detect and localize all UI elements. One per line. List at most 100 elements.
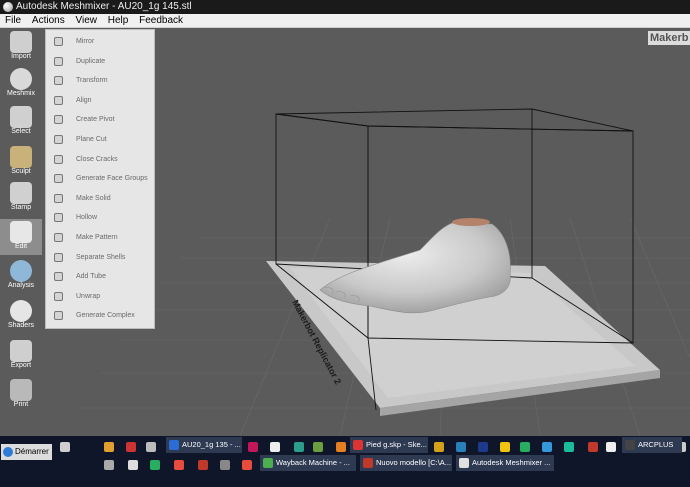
align-icon (54, 95, 63, 105)
menu-actions[interactable]: Actions (32, 14, 65, 27)
tool-label: Stamp (10, 204, 32, 211)
edit-item-label: Transform (76, 77, 108, 85)
tool-meshmix[interactable]: Meshmix (0, 66, 42, 102)
taskbar-window-wayback[interactable]: Wayback Machine - ... (260, 455, 356, 471)
edit-item-mirror[interactable]: Mirror (46, 32, 154, 51)
app-icon[interactable] (588, 442, 598, 452)
window-app-icon (625, 440, 635, 450)
youtube-icon[interactable] (174, 460, 184, 470)
mirror-icon (54, 37, 63, 46)
separate-shells-icon (54, 252, 63, 262)
vlc-icon[interactable] (336, 442, 346, 452)
calculator-icon[interactable] (542, 442, 552, 452)
edit-item-make-solid[interactable]: Make Solid (46, 189, 154, 208)
app-icon[interactable] (456, 442, 466, 452)
start-label: Démarrer (15, 447, 49, 456)
select-arrow-icon (10, 106, 32, 128)
menu-view[interactable]: View (75, 14, 97, 27)
app-icon[interactable] (500, 442, 510, 452)
window-titlebar: Autodesk Meshmixer - AU20_1g 145.stl (0, 0, 690, 14)
edit-item-hollow[interactable]: Hollow (46, 208, 154, 227)
window-app-icon (459, 458, 469, 468)
plus-icon (10, 31, 32, 53)
taskbar-button-label: ARCPLUS (638, 440, 674, 449)
tool-export[interactable]: Export (0, 338, 42, 374)
app-icon[interactable] (313, 442, 323, 452)
edit-item-generate-complex[interactable]: Generate Complex (46, 306, 154, 325)
edit-item-create-pivot[interactable]: Create Pivot (46, 110, 154, 129)
tool-import[interactable]: Import (0, 29, 42, 65)
taskbar-button-label: Autodesk Meshmixer ... (472, 458, 551, 467)
app-icon[interactable] (248, 442, 258, 452)
make-solid-icon (54, 193, 63, 203)
edit-item-label: Make Pattern (76, 234, 118, 241)
edit-item-separate-shells[interactable]: Separate Shells (46, 248, 154, 267)
edit-item-label: Make Solid (76, 194, 111, 202)
edit-item-label: Close Cracks (76, 155, 118, 163)
app-icon[interactable] (564, 442, 574, 452)
edit-item-unwrap[interactable]: Unwrap (46, 287, 154, 306)
app-icon[interactable] (434, 442, 444, 452)
generate-face-groups-icon (54, 174, 63, 184)
menu-feedback[interactable]: Feedback (139, 14, 183, 27)
taskbar-button-label: Wayback Machine - ... (276, 458, 350, 467)
export-icon (10, 340, 32, 362)
tool-label: Export (10, 362, 32, 369)
edit-icon (10, 221, 32, 243)
edit-item-duplicate[interactable]: Duplicate (46, 52, 154, 71)
tool-shaders[interactable]: Shaders (0, 298, 42, 334)
edit-item-close-cracks[interactable]: Close Cracks (46, 150, 154, 169)
folder-icon[interactable] (104, 442, 114, 452)
edit-item-label: Add Tube (76, 273, 106, 281)
app-icon[interactable] (150, 460, 160, 470)
edit-item-plane-cut[interactable]: Plane Cut (46, 130, 154, 149)
shader-ball-icon (10, 300, 32, 322)
transform-icon (54, 76, 63, 86)
menu-file[interactable]: File (5, 14, 21, 27)
edit-item-add-tube[interactable]: Add Tube (46, 267, 154, 286)
hollow-icon (54, 213, 63, 223)
tool-label: Analysis (7, 282, 35, 289)
edit-item-label: Unwrap (76, 292, 101, 300)
app-icon[interactable] (198, 460, 208, 470)
taskbar-window-meshmixer[interactable]: Autodesk Meshmixer ... (456, 455, 554, 471)
search-icon[interactable] (60, 442, 70, 452)
edit-item-align[interactable]: Align (46, 91, 154, 110)
tool-print[interactable]: Print (0, 377, 42, 413)
app-icon[interactable] (520, 442, 530, 452)
window-app-icon (169, 440, 179, 450)
taskbar-window-nuovo-modello[interactable]: Nuovo modello [C:\A... (360, 455, 452, 471)
app-icon[interactable] (270, 442, 280, 452)
tool-label: Select (11, 128, 31, 135)
tool-edit[interactable]: Edit (0, 219, 42, 255)
taskbar-button-label: Pied g.skp - Ske... (366, 440, 427, 449)
windows-taskbar: AU20_1g 135 - ... Pied g.skp - Ske... ARCP… (0, 436, 690, 487)
windows-logo-icon (3, 447, 13, 457)
edit-item-generate-face-groups[interactable]: Generate Face Groups (46, 169, 154, 188)
taskbar-window-arcplus[interactable]: ARCPLUS (622, 437, 682, 453)
edit-item-make-pattern[interactable]: Make Pattern (46, 228, 154, 247)
start-button[interactable]: Démarrer (1, 444, 52, 460)
app-icon[interactable] (242, 460, 252, 470)
window-app-icon (353, 440, 363, 450)
app-icon[interactable] (128, 460, 138, 470)
gem-icon[interactable] (294, 442, 304, 452)
photoshop-icon[interactable] (478, 442, 488, 452)
edit-item-transform[interactable]: Transform (46, 71, 154, 90)
taskbar-window-au20[interactable]: AU20_1g 135 - ... (166, 437, 242, 453)
calendar-icon[interactable] (126, 442, 136, 452)
left-toolbar: Import Meshmix Select Sculpt Stamp Edit Analys… (0, 28, 42, 436)
menu-help[interactable]: Help (108, 14, 129, 27)
tool-sculpt[interactable]: Sculpt (0, 144, 42, 180)
app-icon[interactable] (220, 460, 230, 470)
tool-icon[interactable] (146, 442, 156, 452)
tool-analysis[interactable]: Analysis (0, 258, 42, 294)
generate-complex-icon (54, 311, 63, 321)
app-icon[interactable] (606, 442, 616, 452)
app-icon[interactable] (104, 460, 114, 470)
tool-select[interactable]: Select (0, 104, 42, 140)
menu-bar: File Actions View Help Feedback (0, 14, 690, 28)
edit-menu-panel: Mirror Duplicate Transform Align Create Pivo… (45, 29, 155, 329)
tool-stamp[interactable]: Stamp (0, 180, 42, 216)
taskbar-window-sketchup[interactable]: Pied g.skp - Ske... (350, 437, 428, 453)
